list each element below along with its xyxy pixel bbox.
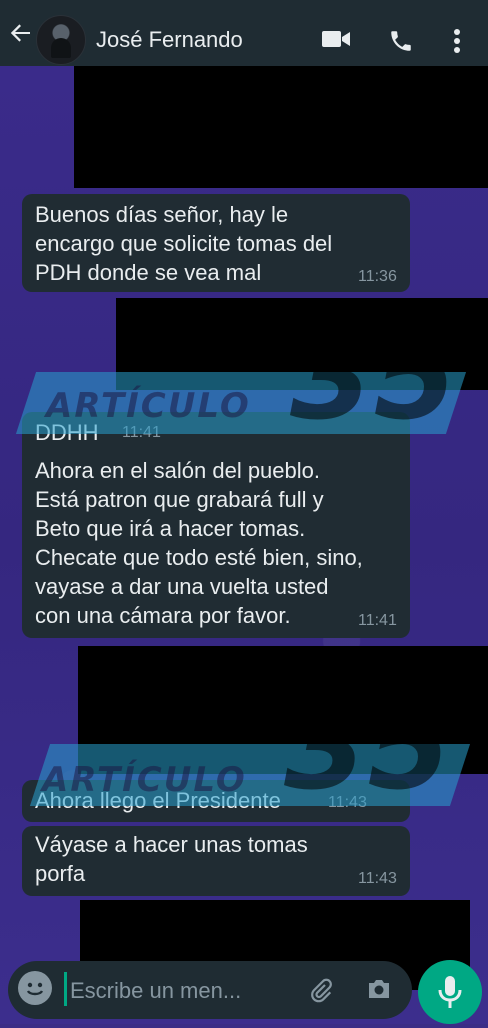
camera-icon[interactable] [366,978,392,1000]
watermark-number: 35 [284,678,451,817]
message-input[interactable]: Escribe un men... [70,978,241,1004]
emoji-icon[interactable] [18,971,52,1005]
mic-button[interactable] [418,960,482,1024]
message-time: 11:43 [358,870,397,887]
chat-header: José Fernando [0,0,488,66]
message-time: 11:36 [358,268,397,285]
redacted-message [74,66,488,188]
message-bubble[interactable]: Buenos días señor, hay le encargo que so… [22,194,410,292]
message-bubble[interactable]: Váyase a hacer unas tomas porfa 11:43 [22,826,410,896]
avatar[interactable] [36,15,86,65]
message-text: Buenos días señor, hay le encargo que so… [35,202,333,285]
attach-icon[interactable] [308,978,332,1004]
contact-name[interactable]: José Fernando [96,27,243,53]
text-cursor [64,972,67,1006]
message-text: Váyase a hacer unas tomas porfa [35,832,308,886]
message-text: Ahora en el salón del pueblo. Está patro… [35,458,363,628]
message-time: 11:41 [358,612,397,629]
phone-icon[interactable] [388,28,414,54]
video-call-icon[interactable] [322,28,350,50]
back-arrow-icon[interactable] [8,20,36,48]
watermark-text: ARTÍCULO [42,760,247,800]
watermark-text: ARTÍCULO [46,386,251,426]
more-options-icon[interactable] [450,28,464,56]
watermark-number: 35 [290,308,457,447]
